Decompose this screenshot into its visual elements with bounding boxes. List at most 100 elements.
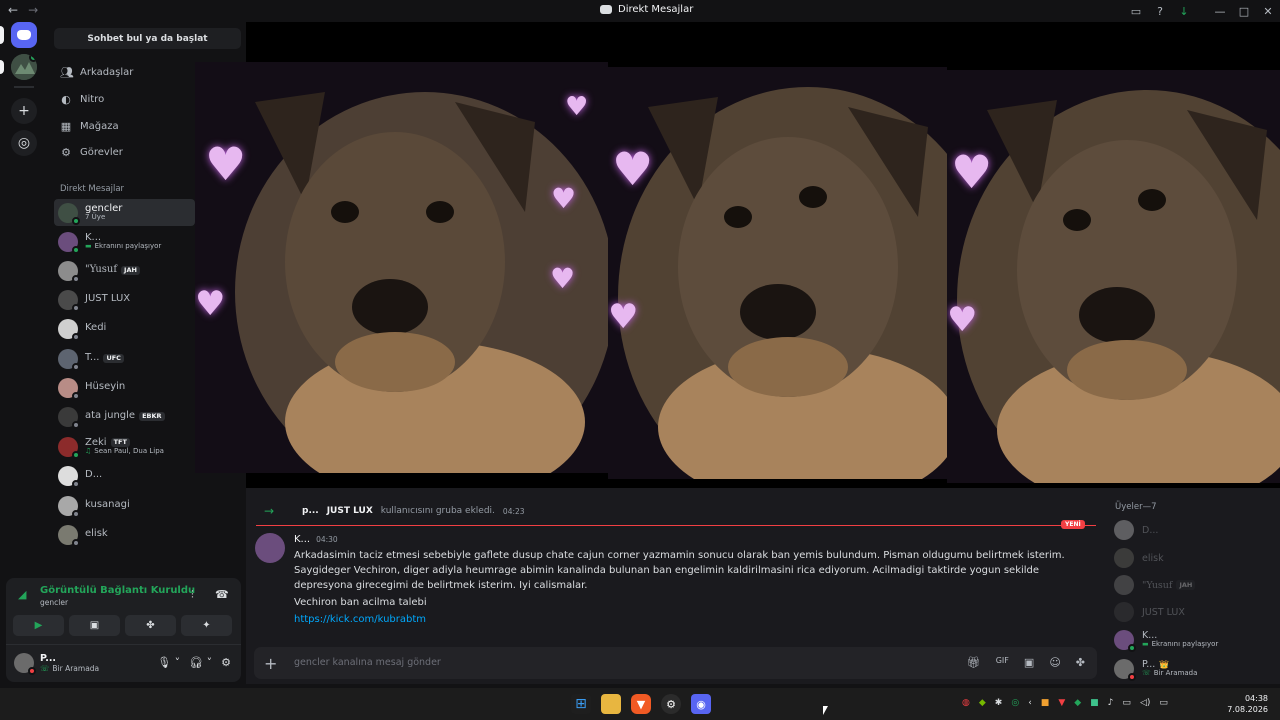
member-item[interactable]: K... ▬ Ekranını paylaşıyor bbox=[1114, 630, 1218, 652]
minimize-button[interactable]: — bbox=[1208, 5, 1232, 18]
voice-channel[interactable]: gencler bbox=[40, 598, 68, 607]
member-item[interactable]: elisk bbox=[1114, 548, 1164, 568]
file-explorer-icon[interactable] bbox=[601, 694, 621, 714]
member-item[interactable]: "Yusuf JAH bbox=[1114, 575, 1196, 595]
dm-item[interactable]: "Yusuf JAH bbox=[54, 257, 195, 284]
discord-taskbar-icon[interactable]: ◉ bbox=[691, 694, 711, 714]
dm-item[interactable]: JUST LUX bbox=[54, 286, 195, 313]
system-target[interactable]: JUST LUX bbox=[327, 506, 373, 516]
dm-item[interactable]: elisk bbox=[54, 521, 195, 548]
composer-placeholder[interactable]: gencler kanalına mesaj gönder bbox=[294, 657, 441, 668]
volume-icon[interactable]: ◁) bbox=[1140, 698, 1150, 708]
avatar bbox=[58, 524, 80, 547]
dm-item[interactable]: D... bbox=[54, 462, 195, 489]
noise-suppression-icon[interactable]: ⫶ bbox=[191, 588, 194, 602]
microphone-icon[interactable]: 🎙︎ ˅ bbox=[157, 656, 180, 669]
dm-item[interactable]: T... UFC bbox=[54, 345, 195, 372]
heart-icon: ♥ bbox=[205, 137, 247, 191]
message-time: 04:30 bbox=[316, 535, 338, 544]
help-icon[interactable]: ? bbox=[1148, 5, 1172, 18]
member-item[interactable]: JUST LUX bbox=[1114, 602, 1185, 622]
discover-icon[interactable]: ◎ bbox=[11, 130, 37, 156]
microphone-tray-icon[interactable]: ♪ bbox=[1108, 698, 1114, 708]
tray-app-icon[interactable]: ■ bbox=[1041, 698, 1050, 708]
dm-item[interactable]: K... ▬ Ekranını paylaşıyor bbox=[54, 228, 195, 255]
tray-app-icon[interactable]: ◍ bbox=[962, 698, 970, 708]
find-conversation-button[interactable]: Sohbet bul ya da başlat bbox=[54, 28, 241, 49]
soundboard-icon: ✦ bbox=[202, 620, 211, 631]
dm-item[interactable]: Kedi bbox=[54, 315, 195, 342]
window-title: Direkt Mesajlar bbox=[600, 4, 693, 15]
settings-gear-icon[interactable]: ⚙ bbox=[221, 656, 231, 669]
soundboard-button[interactable]: ✦ bbox=[181, 615, 232, 636]
tray-app-icon[interactable]: ■ bbox=[1090, 698, 1099, 708]
member-item[interactable]: D... bbox=[1114, 520, 1158, 540]
add-attachment-icon[interactable]: + bbox=[264, 654, 277, 673]
back-arrow-icon[interactable]: ← bbox=[8, 3, 18, 17]
avatar bbox=[1114, 548, 1134, 568]
gift-icon[interactable]: 🎁︎ bbox=[967, 656, 981, 669]
headphones-icon[interactable]: 🎧︎ ˅ bbox=[189, 656, 212, 669]
new-tag: YENİ bbox=[1061, 520, 1085, 529]
system-message: → p... JUST LUX kullanıcısını gruba ekle… bbox=[264, 504, 525, 518]
message-link[interactable]: https://kick.com/kubrabtm bbox=[294, 614, 426, 625]
nitro-icon: ◐ bbox=[61, 92, 71, 106]
message-author[interactable]: K... bbox=[294, 534, 310, 545]
camera-button[interactable]: ▶ bbox=[13, 615, 64, 636]
heart-icon: ♥ bbox=[565, 92, 589, 122]
close-button[interactable]: ✕ bbox=[1256, 5, 1280, 18]
voice-status: Görüntülü Bağlantı Kuruldu bbox=[40, 585, 196, 596]
system-text: kullanıcısını gruba ekledi. bbox=[380, 506, 495, 516]
dm-item[interactable]: Zeki TFT ♫ Sean Paul, Dua Lipa bbox=[54, 433, 195, 460]
screen-share-button[interactable]: ▣ bbox=[69, 615, 120, 636]
add-server-button[interactable]: + bbox=[11, 98, 37, 124]
dm-item[interactable]: Hüseyin bbox=[54, 374, 195, 401]
dm-item-gencler[interactable]: gencler 7 Üye bbox=[54, 199, 195, 226]
apps-icon[interactable]: ✤ bbox=[1076, 656, 1085, 669]
signal-icon[interactable]: ◢ bbox=[18, 588, 26, 601]
nvidia-icon[interactable]: ◆ bbox=[979, 698, 986, 708]
avatar bbox=[1114, 602, 1134, 622]
tray-app-icon[interactable]: ◎ bbox=[1011, 698, 1019, 708]
home-button[interactable] bbox=[11, 22, 37, 48]
wifi-icon[interactable]: ▭ bbox=[1122, 698, 1131, 708]
discord-icon bbox=[600, 5, 612, 14]
shop-icon: ▦ bbox=[60, 119, 72, 133]
sticker-icon[interactable]: ▣ bbox=[1024, 656, 1034, 669]
battery-icon[interactable]: ▭ bbox=[1159, 698, 1168, 708]
gif-icon[interactable]: GIF bbox=[996, 656, 1009, 669]
group-server-icon[interactable] bbox=[11, 54, 37, 80]
system-user[interactable]: p... bbox=[302, 506, 319, 516]
taskbar-clock[interactable]: 04:38 7.08.2026 bbox=[1227, 693, 1268, 715]
member-item[interactable]: P... 👑 ☏ Bir Aramada bbox=[1114, 659, 1197, 681]
tray-app-icon[interactable]: ✱ bbox=[995, 698, 1003, 708]
tray-app-icon[interactable]: ‹ bbox=[1028, 698, 1032, 708]
avatar bbox=[58, 202, 80, 225]
tray-app-icon[interactable]: ◆ bbox=[1074, 698, 1081, 708]
message-avatar[interactable] bbox=[255, 533, 285, 563]
avatar bbox=[58, 289, 80, 312]
download-icon[interactable]: ↓ bbox=[1172, 5, 1196, 18]
avatar bbox=[58, 436, 80, 459]
message-composer[interactable]: + gencler kanalına mesaj gönder 🎁︎ GIF ▣… bbox=[254, 647, 1097, 679]
dm-item[interactable]: kusanagi bbox=[54, 492, 195, 519]
dm-name: "Yusuf bbox=[85, 264, 118, 276]
maximize-button[interactable]: □ bbox=[1232, 5, 1256, 18]
dm-item[interactable]: ata jungle EBKR bbox=[54, 403, 195, 430]
user-area[interactable]: P... ☏ Bir Aramada bbox=[14, 653, 99, 675]
brave-browser-icon[interactable]: ▼ bbox=[631, 694, 651, 714]
crown-icon: 👑 bbox=[1159, 660, 1170, 670]
screen-share-stream[interactable]: ♥ ♥ ♥ ♥ ♥ ♥ ♥ ♥ ♥ bbox=[195, 22, 1280, 488]
emoji-icon[interactable]: ☺ bbox=[1049, 656, 1060, 669]
steam-icon[interactable]: ⚙ bbox=[661, 694, 681, 714]
tray-app-icon[interactable]: ▼ bbox=[1058, 698, 1065, 708]
disconnect-icon[interactable]: ☎ bbox=[215, 588, 229, 601]
inbox-icon[interactable]: ▭ bbox=[1124, 5, 1148, 18]
screen-share-icon: ▣ bbox=[89, 620, 100, 631]
start-button[interactable]: ⊞ bbox=[571, 694, 591, 714]
nav-label: Görevler bbox=[80, 146, 123, 158]
message-text: Vechiron ban acilma talebi bbox=[294, 597, 427, 608]
screen-share-icon: ▬ bbox=[85, 242, 92, 251]
forward-arrow-icon[interactable]: → bbox=[28, 3, 38, 17]
activities-button[interactable]: ✤ bbox=[125, 615, 176, 636]
